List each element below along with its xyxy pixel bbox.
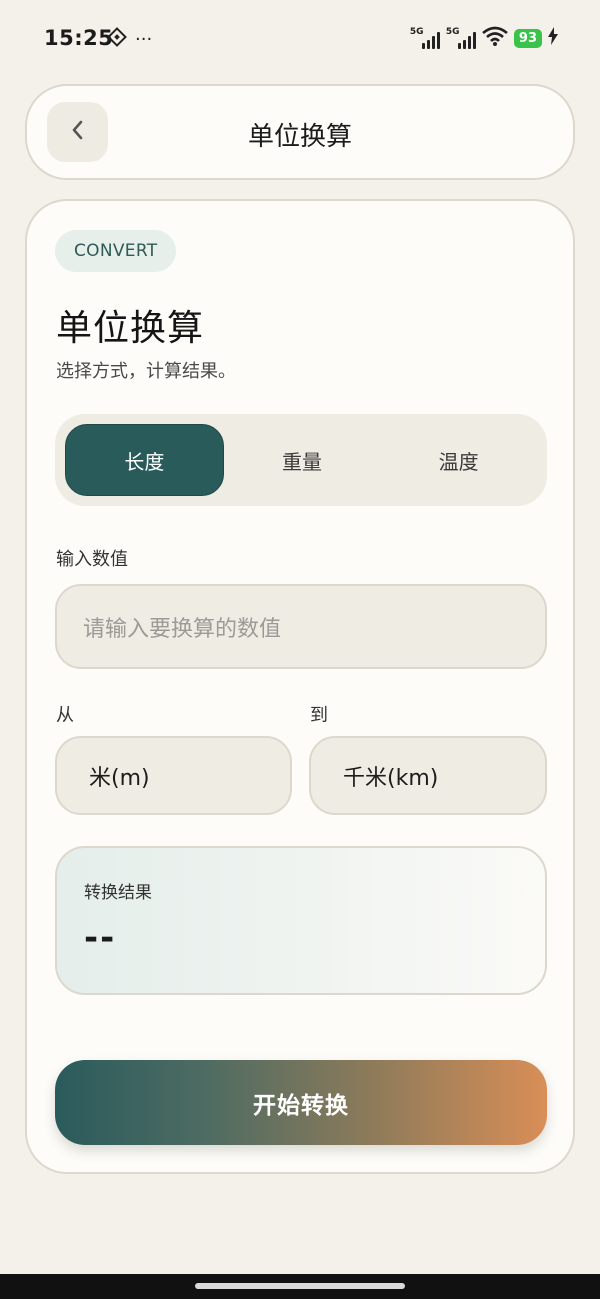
category-tabs: 长度 重量 温度 xyxy=(55,414,547,506)
charging-icon xyxy=(548,27,558,49)
wifi-icon xyxy=(482,26,508,50)
battery-indicator: 93 xyxy=(513,28,542,48)
input-label: 输入数值 xyxy=(56,549,128,570)
start-convert-button[interactable]: 开始转换 xyxy=(55,1060,547,1145)
nfc-icon xyxy=(107,27,127,51)
status-bar: 15:25 ··· 5G 5G 93 xyxy=(0,0,600,80)
page-subtitle: 选择方式，计算结果。 xyxy=(56,361,236,382)
value-input[interactable]: 请输入要换算的数值 xyxy=(55,584,547,669)
convert-tag: CONVERT xyxy=(55,230,177,272)
signal-icon: 5G xyxy=(410,27,440,49)
from-unit-select[interactable]: 米(m) xyxy=(55,736,292,815)
header-title: 单位换算 xyxy=(247,122,352,152)
result-value: -- xyxy=(84,918,117,958)
status-left-icons: ··· xyxy=(107,27,152,51)
status-time: 15:25 xyxy=(44,26,114,50)
more-notifications-icon: ··· xyxy=(135,28,153,50)
home-indicator[interactable] xyxy=(195,1283,405,1289)
result-label: 转换结果 xyxy=(84,883,152,903)
page-heading: 单位换算 xyxy=(56,308,205,349)
value-input-placeholder: 请输入要换算的数值 xyxy=(83,616,282,642)
signal-icon: 5G xyxy=(446,27,476,49)
system-nav-bar xyxy=(0,1274,600,1299)
result-panel: 转换结果 -- xyxy=(55,846,547,995)
tab-temperature[interactable]: 温度 xyxy=(380,424,537,496)
from-label: 从 xyxy=(56,705,74,726)
from-unit-value: 米(m) xyxy=(89,765,150,791)
tab-weight[interactable]: 重量 xyxy=(224,424,381,496)
to-unit-value: 千米(km) xyxy=(343,765,439,791)
to-label: 到 xyxy=(310,705,328,726)
header-card: 单位换算 xyxy=(25,84,575,180)
status-right: 5G 5G 93 xyxy=(410,26,558,50)
main-card: CONVERT 单位换算 选择方式，计算结果。 长度 重量 温度 输入数值 请输… xyxy=(25,199,575,1174)
tab-length[interactable]: 长度 xyxy=(65,424,224,496)
to-unit-select[interactable]: 千米(km) xyxy=(309,736,547,815)
